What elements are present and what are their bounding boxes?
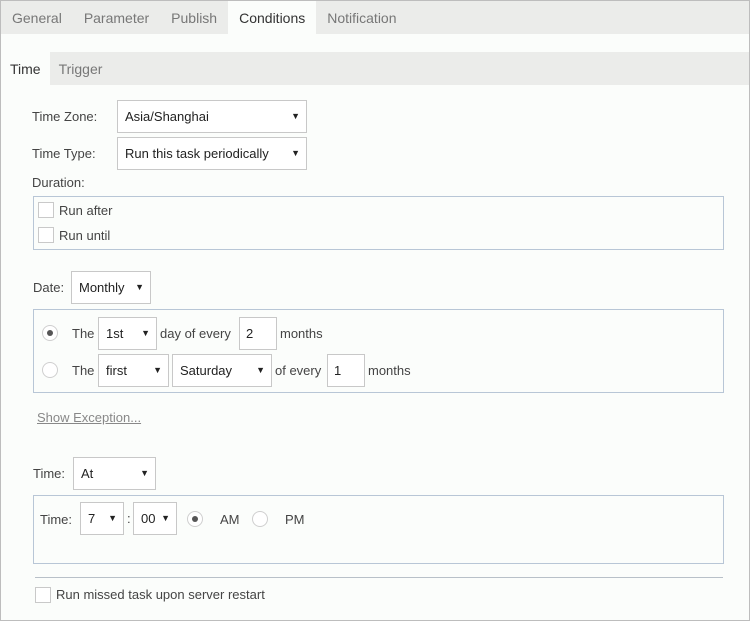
chevron-down-icon: ▼ — [108, 513, 117, 523]
am-label: AM — [220, 512, 240, 527]
date-frequency-select[interactable]: Monthly ▼ — [71, 271, 151, 304]
monthly-weekday-radio[interactable] — [42, 362, 58, 378]
tab-parameter[interactable]: Parameter — [73, 1, 160, 34]
minute-select[interactable]: 00 ▼ — [133, 502, 177, 535]
run-missed-label: Run missed task upon server restart — [56, 587, 265, 602]
chevron-down-icon: ▼ — [135, 282, 144, 292]
at-time-label: Time: — [40, 512, 73, 527]
ordinal-select[interactable]: first ▼ — [98, 354, 169, 387]
date-frequency-value: Monthly — [79, 280, 125, 295]
chevron-down-icon: ▼ — [141, 328, 150, 338]
weekday-select[interactable]: Saturday ▼ — [172, 354, 272, 387]
months-interval-input-1[interactable]: 2 — [239, 317, 277, 350]
chevron-down-icon: ▼ — [140, 468, 149, 478]
monthly-options-group: The 1st ▼ day of every 2 months The firs… — [33, 309, 724, 393]
hour-value: 7 — [88, 511, 96, 526]
time-label: Time: — [33, 466, 66, 481]
tab-general[interactable]: General — [1, 1, 73, 34]
weekday-value: Saturday — [180, 363, 233, 378]
schedule-dialog: General Parameter Publish Conditions Not… — [0, 0, 750, 621]
chevron-down-icon: ▼ — [291, 111, 300, 121]
time-type-select[interactable]: Run this task periodically ▼ — [117, 137, 307, 170]
run-until-label: Run until — [59, 228, 111, 243]
at-time-group: Time: 7 ▼ : 00 ▼ AM PM — [33, 495, 724, 564]
pm-radio[interactable] — [252, 511, 268, 527]
option1-months-label: months — [280, 326, 323, 341]
tab-notification[interactable]: Notification — [316, 1, 407, 34]
run-after-label: Run after — [59, 203, 113, 218]
time-zone-label: Time Zone: — [32, 109, 98, 124]
subtab-trigger[interactable]: Trigger — [50, 52, 112, 85]
run-after-checkbox[interactable] — [38, 202, 54, 218]
main-tabs: General Parameter Publish Conditions Not… — [1, 1, 749, 34]
months-interval-input-2[interactable]: 1 — [327, 354, 365, 387]
day-select[interactable]: 1st ▼ — [98, 317, 157, 350]
hour-select[interactable]: 7 ▼ — [80, 502, 124, 535]
time-zone-value: Asia/Shanghai — [125, 109, 209, 124]
time-zone-select[interactable]: Asia/Shanghai ▼ — [117, 100, 307, 133]
chevron-down-icon: ▼ — [161, 513, 170, 523]
tab-conditions[interactable]: Conditions — [228, 1, 317, 34]
tab-publish[interactable]: Publish — [160, 1, 228, 34]
day-value: 1st — [106, 326, 124, 341]
time-separator: : — [127, 511, 131, 526]
chevron-down-icon: ▼ — [291, 148, 300, 158]
ordinal-value: first — [106, 363, 127, 378]
of-every-label: of every — [275, 363, 322, 378]
pm-label: PM — [285, 512, 305, 527]
run-missed-checkbox[interactable] — [35, 587, 51, 603]
chevron-down-icon: ▼ — [256, 365, 265, 375]
time-type-value: Run this task periodically — [125, 146, 269, 161]
subtab-time[interactable]: Time — [1, 52, 50, 85]
run-until-checkbox[interactable] — [38, 227, 54, 243]
option1-the-label: The — [72, 326, 95, 341]
condition-subtabs: Time Trigger — [1, 52, 749, 85]
minute-value: 00 — [141, 511, 156, 526]
time-mode-select[interactable]: At ▼ — [73, 457, 156, 490]
duration-label: Duration: — [32, 175, 85, 190]
time-mode-value: At — [81, 466, 94, 481]
time-type-label: Time Type: — [32, 146, 96, 161]
show-exception-link[interactable]: Show Exception... — [37, 410, 141, 425]
divider — [35, 577, 723, 578]
chevron-down-icon: ▼ — [153, 365, 162, 375]
date-label: Date: — [33, 280, 65, 295]
day-of-every-label: day of every — [160, 326, 231, 341]
option2-months-label: months — [368, 363, 411, 378]
option2-the-label: The — [72, 363, 95, 378]
duration-group: Run after Run until — [33, 196, 724, 250]
am-radio[interactable] — [187, 511, 203, 527]
monthly-day-radio[interactable] — [42, 325, 58, 341]
